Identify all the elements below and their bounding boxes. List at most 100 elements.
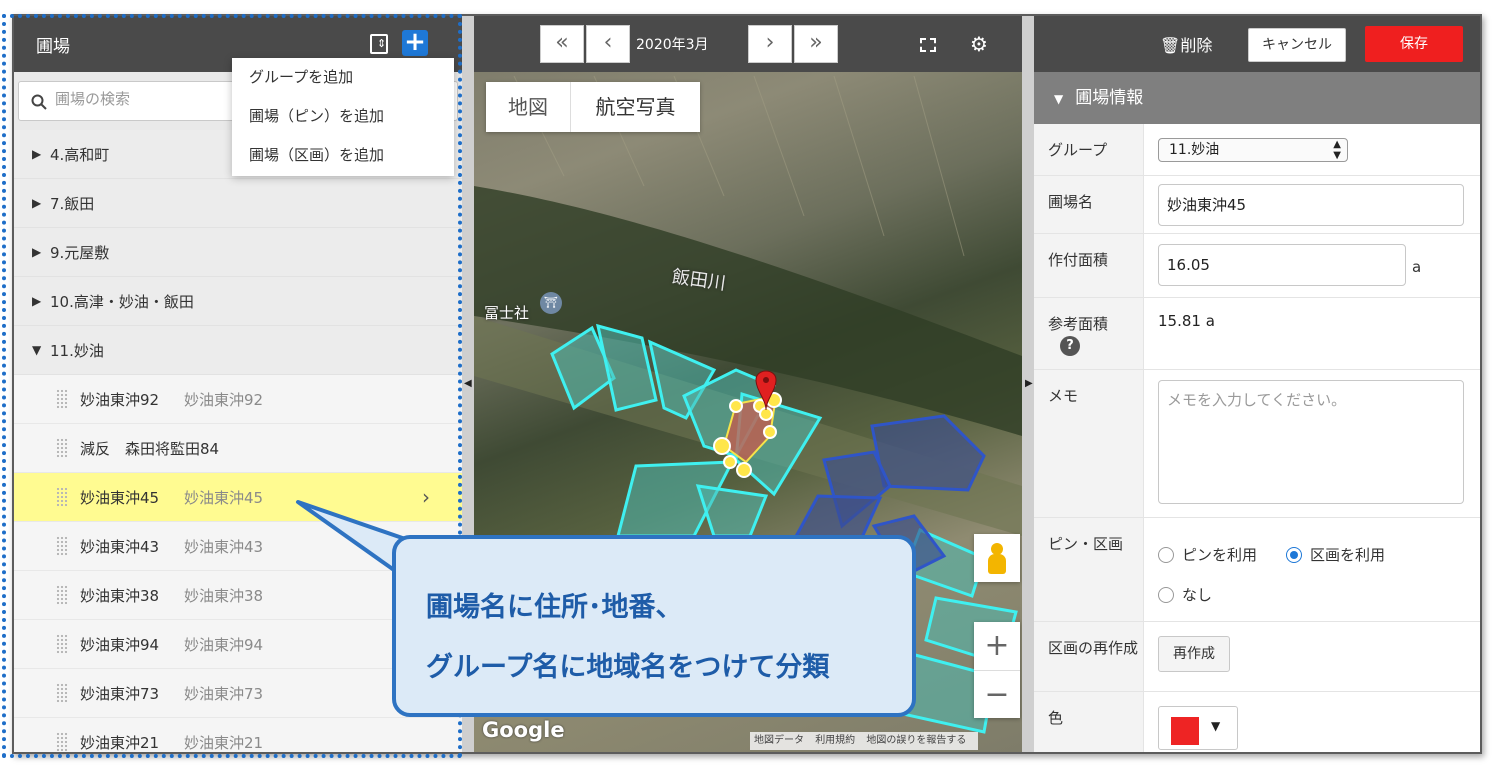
radio-pin-label: ピンを利用 xyxy=(1182,546,1258,564)
cancel-button[interactable]: キャンセル xyxy=(1248,28,1346,62)
group-item[interactable]: ▶ 7.飯田 xyxy=(14,179,462,228)
group-item[interactable]: ▶ 9.元屋敷 xyxy=(14,228,462,277)
collapse-icon: ▼ xyxy=(32,343,42,357)
menu-item-add-group[interactable]: グループを追加 xyxy=(232,64,454,103)
rebuild-label: 区画の再作成 xyxy=(1034,622,1144,691)
help-icon[interactable]: ? xyxy=(1060,336,1080,356)
area-input[interactable]: 16.05 xyxy=(1158,244,1406,286)
ref-area-row: 参考面積? 15.81 a xyxy=(1034,298,1480,370)
name-label: 圃場名 xyxy=(1034,176,1144,233)
google-logo: Google xyxy=(482,718,565,742)
drag-handle-icon[interactable] xyxy=(56,487,68,507)
field-subname: 妙油東沖38 xyxy=(184,586,264,605)
radio-circle-checked[interactable] xyxy=(1286,546,1302,563)
prev-year-button[interactable]: « xyxy=(540,25,584,63)
expand-icon: ▶ xyxy=(32,294,42,308)
attribution-report[interactable]: 地図の誤りを報告する xyxy=(866,735,966,746)
field-name: 妙油東沖21 xyxy=(80,733,160,752)
panel-title: 圃場 xyxy=(36,37,70,57)
search-input[interactable] xyxy=(55,90,235,108)
color-picker[interactable]: ▼ xyxy=(1158,706,1238,750)
map-type-map-button[interactable]: 地図 xyxy=(486,82,570,132)
drag-handle-icon[interactable] xyxy=(56,683,68,703)
rebuild-button[interactable]: 再作成 xyxy=(1158,636,1230,672)
field-name: 減反 森田将監田84 xyxy=(80,439,220,458)
radio-pin[interactable]: ピンを利用 xyxy=(1158,544,1257,565)
memo-row: メモ メモを入力してください。 xyxy=(1034,370,1480,518)
updown-icon: ▲ ▼ xyxy=(1333,139,1341,161)
attribution-terms[interactable]: 利用規約 xyxy=(815,735,855,746)
search-icon xyxy=(31,94,47,110)
group-label: 10.高津・妙油・飯田 xyxy=(50,292,194,311)
street-view-pegman-icon[interactable] xyxy=(974,534,1020,582)
field-name: 妙油東沖73 xyxy=(80,684,160,703)
field-name-input[interactable]: 妙油東沖45 xyxy=(1158,184,1464,226)
add-icon[interactable]: + xyxy=(402,29,428,56)
drag-handle-icon[interactable] xyxy=(56,438,68,458)
expand-icon: ▶ xyxy=(32,245,42,259)
delete-label: 削除 xyxy=(1180,36,1213,55)
zoom-out-button[interactable]: − xyxy=(974,671,1020,719)
date-display: 2020年3月 xyxy=(636,37,709,53)
radio-area[interactable]: 区画を利用 xyxy=(1286,544,1385,565)
add-menu: グループを追加 圃場（ピン）を追加 圃場（区画）を追加 xyxy=(232,58,454,176)
group-item-expanded[interactable]: ▼ 11.妙油 xyxy=(14,326,462,375)
expand-icon: ▶ xyxy=(32,196,42,210)
right-panel-resizer[interactable]: ▶ xyxy=(1022,16,1034,752)
shrine-icon[interactable]: ⛩ xyxy=(540,292,562,314)
field-subname: 妙油東沖45 xyxy=(184,488,264,507)
zoom-control: + − xyxy=(974,622,1020,718)
group-label: 4.高和町 xyxy=(50,145,110,164)
group-item[interactable]: ▶ 10.高津・妙油・飯田 xyxy=(14,277,462,326)
drag-handle-icon[interactable] xyxy=(56,389,68,409)
color-row: 色 ▼ xyxy=(1034,692,1480,752)
group-select[interactable]: 11.妙油 ▲ ▼ xyxy=(1158,138,1348,162)
prev-month-button[interactable]: ‹ xyxy=(586,25,630,63)
group-label: 11.妙油 xyxy=(50,341,104,360)
save-button[interactable]: 保存 xyxy=(1365,26,1463,62)
expand-right-icon[interactable]: ▶ xyxy=(1025,378,1033,389)
next-month-button[interactable]: › xyxy=(748,25,792,63)
trash-icon: 🗑 xyxy=(1160,36,1181,55)
attribution-map-data[interactable]: 地図データ xyxy=(754,735,804,746)
callout-line-1: 圃場名に住所･地番、 xyxy=(426,592,683,623)
section-header[interactable]: ▼ 圃場情報 xyxy=(1034,72,1480,124)
sort-icon[interactable]: ⇕ xyxy=(370,34,388,54)
radio-area-label: 区画を利用 xyxy=(1310,546,1386,564)
memo-textarea[interactable]: メモを入力してください。 xyxy=(1158,380,1464,504)
group-label: グループ xyxy=(1034,124,1144,175)
field-item[interactable]: 妙油東沖92 妙油東沖92 xyxy=(14,375,462,424)
zoom-in-button[interactable]: + xyxy=(974,622,1020,670)
field-name: 妙油東沖92 xyxy=(80,390,160,409)
drag-handle-icon[interactable] xyxy=(56,536,68,556)
field-name: 妙油東沖94 xyxy=(80,635,160,654)
group-row: グループ 11.妙油 ▲ ▼ xyxy=(1034,124,1480,176)
drag-handle-icon[interactable] xyxy=(56,585,68,605)
radio-none[interactable]: なし xyxy=(1158,584,1212,605)
menu-item-add-area-field[interactable]: 圃場（区画）を追加 xyxy=(232,142,454,181)
fullscreen-icon[interactable] xyxy=(920,38,936,52)
next-year-button[interactable]: » xyxy=(794,25,838,63)
radio-circle[interactable] xyxy=(1158,546,1174,563)
menu-item-add-pin-field[interactable]: 圃場（ピン）を追加 xyxy=(232,103,454,142)
field-name: 妙油東沖43 xyxy=(80,537,160,556)
field-item[interactable]: 妙油東沖21 妙油東沖21 xyxy=(14,718,462,752)
field-detail-panel: 🗑削除 キャンセル 保存 ▼ 圃場情報 グループ 11.妙油 ▲ ▼ 圃場名 妙油東沖… xyxy=(1034,16,1480,752)
gear-icon[interactable]: ⚙ xyxy=(970,32,988,56)
group-label: 9.元屋敷 xyxy=(50,243,110,262)
radio-circle[interactable] xyxy=(1158,586,1174,603)
color-label: 色 xyxy=(1034,692,1144,752)
drag-handle-icon[interactable] xyxy=(56,732,68,752)
collapse-left-icon[interactable]: ◀ xyxy=(464,378,472,389)
delete-button[interactable]: 🗑削除 xyxy=(1160,32,1212,56)
map-type-switch: 地図 航空写真 xyxy=(486,82,700,132)
map-type-aerial-button[interactable]: 航空写真 xyxy=(570,82,700,132)
group-select-value: 11.妙油 xyxy=(1169,142,1220,158)
group-label: 7.飯田 xyxy=(50,194,95,213)
area-label: 作付面積 xyxy=(1034,234,1144,297)
drag-handle-icon[interactable] xyxy=(56,634,68,654)
field-name: 妙油東沖45 xyxy=(80,488,160,507)
field-item[interactable]: 減反 森田将監田84 xyxy=(14,424,462,473)
ref-area-label: 参考面積? xyxy=(1034,298,1144,369)
rebuild-row: 区画の再作成 再作成 xyxy=(1034,622,1480,692)
